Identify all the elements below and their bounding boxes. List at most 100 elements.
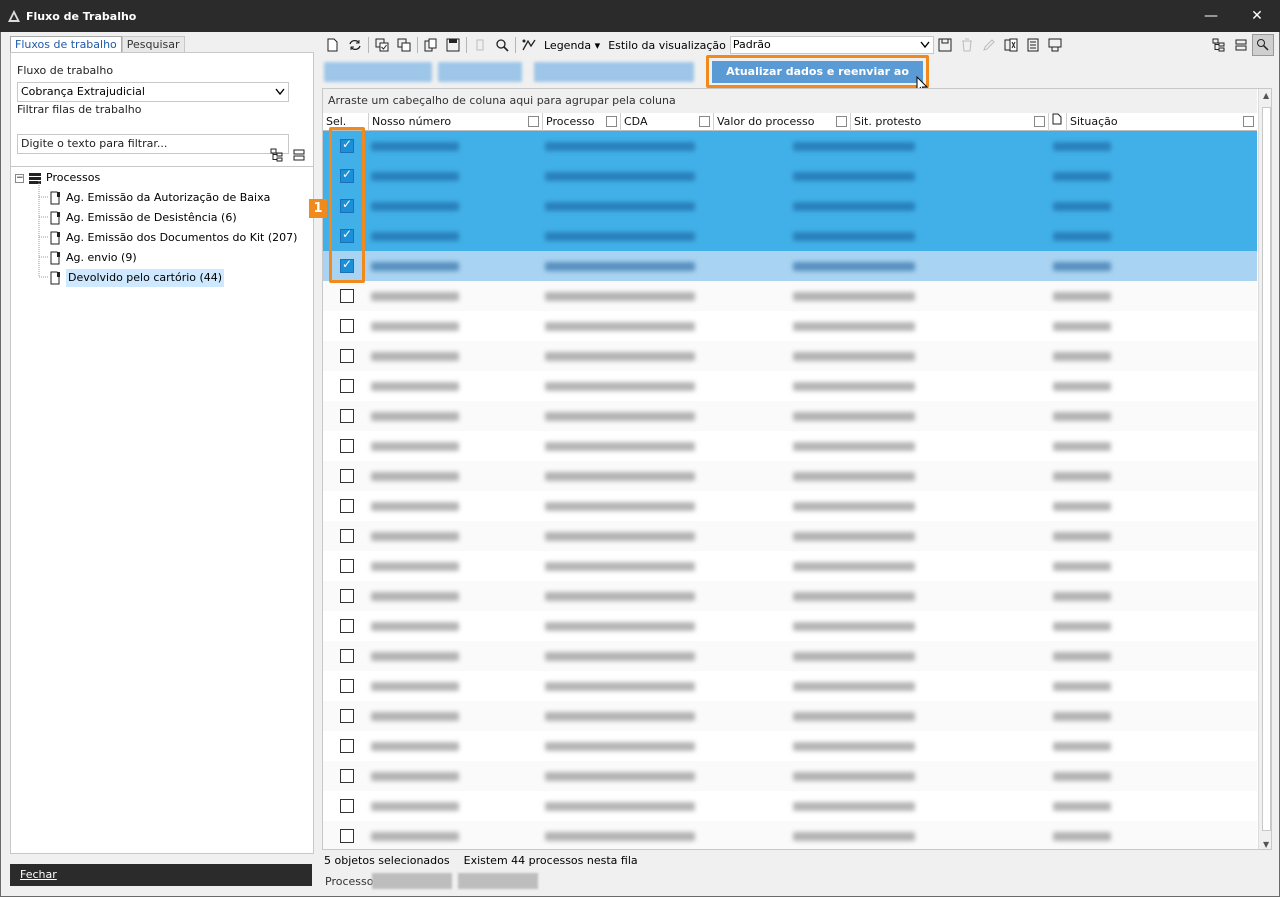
row-checkbox[interactable] <box>340 799 354 813</box>
legend-dropdown[interactable]: Legenda ▾ <box>544 39 600 52</box>
scroll-down-icon[interactable]: ▼ <box>1263 840 1269 849</box>
row-checkbox[interactable] <box>340 769 354 783</box>
deselect-all-button[interactable] <box>393 34 415 56</box>
column-header-valor[interactable]: Valor do processo <box>714 113 851 131</box>
column-header-cda[interactable]: CDA <box>621 113 714 131</box>
filter-dropdown-icon[interactable] <box>1243 116 1254 127</box>
row-checkbox[interactable] <box>340 679 354 693</box>
copy-icon <box>424 38 437 52</box>
row-checkbox[interactable] <box>340 289 354 303</box>
cell-blurred <box>793 712 915 721</box>
attach-button[interactable] <box>469 34 491 56</box>
scroll-up-icon[interactable]: ▲ <box>1263 91 1269 100</box>
row-checkbox[interactable] <box>340 349 354 363</box>
filter-dropdown-icon[interactable] <box>699 116 710 127</box>
row-checkbox[interactable] <box>340 559 354 573</box>
table-row[interactable] <box>323 581 1257 611</box>
search-document-button[interactable] <box>491 34 513 56</box>
action-button-blurred[interactable] <box>534 62 694 82</box>
row-checkbox[interactable] <box>340 739 354 753</box>
row-checkbox[interactable] <box>340 829 354 843</box>
minimize-button[interactable]: — <box>1188 0 1234 32</box>
tree-item-ag-envio[interactable]: Ag. envio (9) <box>49 249 137 267</box>
table-row[interactable] <box>323 821 1257 849</box>
table-row[interactable]: ✓ <box>323 251 1257 281</box>
table-row[interactable]: ✓ <box>323 161 1257 191</box>
row-checkbox[interactable] <box>340 439 354 453</box>
save-view-button[interactable] <box>934 34 956 56</box>
column-header-processo[interactable]: Processo <box>543 113 621 131</box>
tree-item-documentos-kit[interactable]: Ag. Emissão dos Documentos do Kit (207) <box>49 229 297 247</box>
filter-dropdown-icon[interactable] <box>836 116 847 127</box>
view-style-select[interactable]: Padrão <box>729 36 934 54</box>
row-checkbox[interactable] <box>340 649 354 663</box>
table-row[interactable] <box>323 491 1257 521</box>
vertical-scrollbar[interactable]: ▲ ▼ <box>1258 89 1271 849</box>
workflow-select[interactable]: Cobrança Extrajudicial <box>17 82 289 102</box>
table-row[interactable] <box>323 791 1257 821</box>
expand-tree-icon[interactable] <box>270 148 284 162</box>
report-button[interactable] <box>1022 34 1044 56</box>
edit-view-button[interactable] <box>978 34 1000 56</box>
row-checkbox[interactable] <box>340 529 354 543</box>
table-row[interactable] <box>323 671 1257 701</box>
column-header-nosso-numero[interactable]: Nosso número <box>369 113 543 131</box>
new-document-button[interactable] <box>322 34 344 56</box>
row-checkbox[interactable] <box>340 589 354 603</box>
refresh-button[interactable] <box>344 34 366 56</box>
cell-blurred <box>371 322 459 331</box>
table-row[interactable] <box>323 281 1257 311</box>
select-all-button[interactable] <box>371 34 393 56</box>
tab-fluxos[interactable]: Fluxos de trabalho <box>10 36 122 52</box>
copy-button[interactable] <box>420 34 442 56</box>
delete-view-button[interactable] <box>956 34 978 56</box>
table-row[interactable]: ✓ <box>323 191 1257 221</box>
table-row[interactable] <box>323 521 1257 551</box>
row-checkbox[interactable] <box>340 409 354 423</box>
resend-to-registry-button[interactable]: Atualizar dados e reenviar ao cartório <box>712 61 923 100</box>
export-excel-button[interactable] <box>1000 34 1022 56</box>
table-row[interactable] <box>323 431 1257 461</box>
table-row[interactable] <box>323 371 1257 401</box>
table-row[interactable] <box>323 641 1257 671</box>
row-checkbox[interactable] <box>340 319 354 333</box>
row-checkbox[interactable] <box>340 469 354 483</box>
row-checkbox[interactable] <box>340 709 354 723</box>
close-window-button[interactable]: ✕ <box>1234 0 1280 32</box>
column-header-sit-protesto[interactable]: Sit. protesto <box>851 113 1049 131</box>
row-checkbox[interactable] <box>340 499 354 513</box>
action-button-blurred[interactable] <box>324 62 432 82</box>
legend-button-icon-wrap[interactable] <box>518 34 540 56</box>
expand-groups-button[interactable] <box>1208 34 1230 56</box>
collapse-groups-button[interactable] <box>1230 34 1252 56</box>
print-layout-button[interactable] <box>1044 34 1066 56</box>
table-row[interactable] <box>323 731 1257 761</box>
tree-item-autorizacao-baixa[interactable]: Ag. Emissão da Autorização de Baixa <box>49 189 270 207</box>
table-row[interactable]: ✓ <box>323 131 1257 161</box>
table-row[interactable] <box>323 611 1257 641</box>
filter-dropdown-icon[interactable] <box>606 116 617 127</box>
save-list-button[interactable] <box>442 34 464 56</box>
tab-pesquisar[interactable]: Pesquisar <box>121 36 185 52</box>
row-checkbox[interactable] <box>340 619 354 633</box>
table-row[interactable] <box>323 701 1257 731</box>
preview-toggle-button[interactable] <box>1252 34 1274 56</box>
row-checkbox[interactable] <box>340 379 354 393</box>
table-row[interactable] <box>323 401 1257 431</box>
filter-dropdown-icon[interactable] <box>1034 116 1045 127</box>
column-header-icon[interactable] <box>1049 113 1067 131</box>
table-row[interactable] <box>323 311 1257 341</box>
column-header-situacao[interactable]: Situação <box>1067 113 1257 131</box>
table-row[interactable] <box>323 341 1257 371</box>
action-button-blurred[interactable] <box>438 62 522 82</box>
filter-dropdown-icon[interactable] <box>528 116 539 127</box>
tree-item-desistencia[interactable]: Ag. Emissão de Desistência (6) <box>49 209 237 227</box>
table-row[interactable] <box>323 761 1257 791</box>
scrollbar-thumb[interactable] <box>1262 107 1271 831</box>
collapse-tree-icon[interactable] <box>292 148 306 162</box>
close-button[interactable]: Fechar <box>10 864 312 886</box>
table-row[interactable]: ✓ <box>323 221 1257 251</box>
tree-item-devolvido-cartorio[interactable]: Devolvido pelo cartório (44) <box>49 269 225 287</box>
table-row[interactable] <box>323 461 1257 491</box>
table-row[interactable] <box>323 551 1257 581</box>
